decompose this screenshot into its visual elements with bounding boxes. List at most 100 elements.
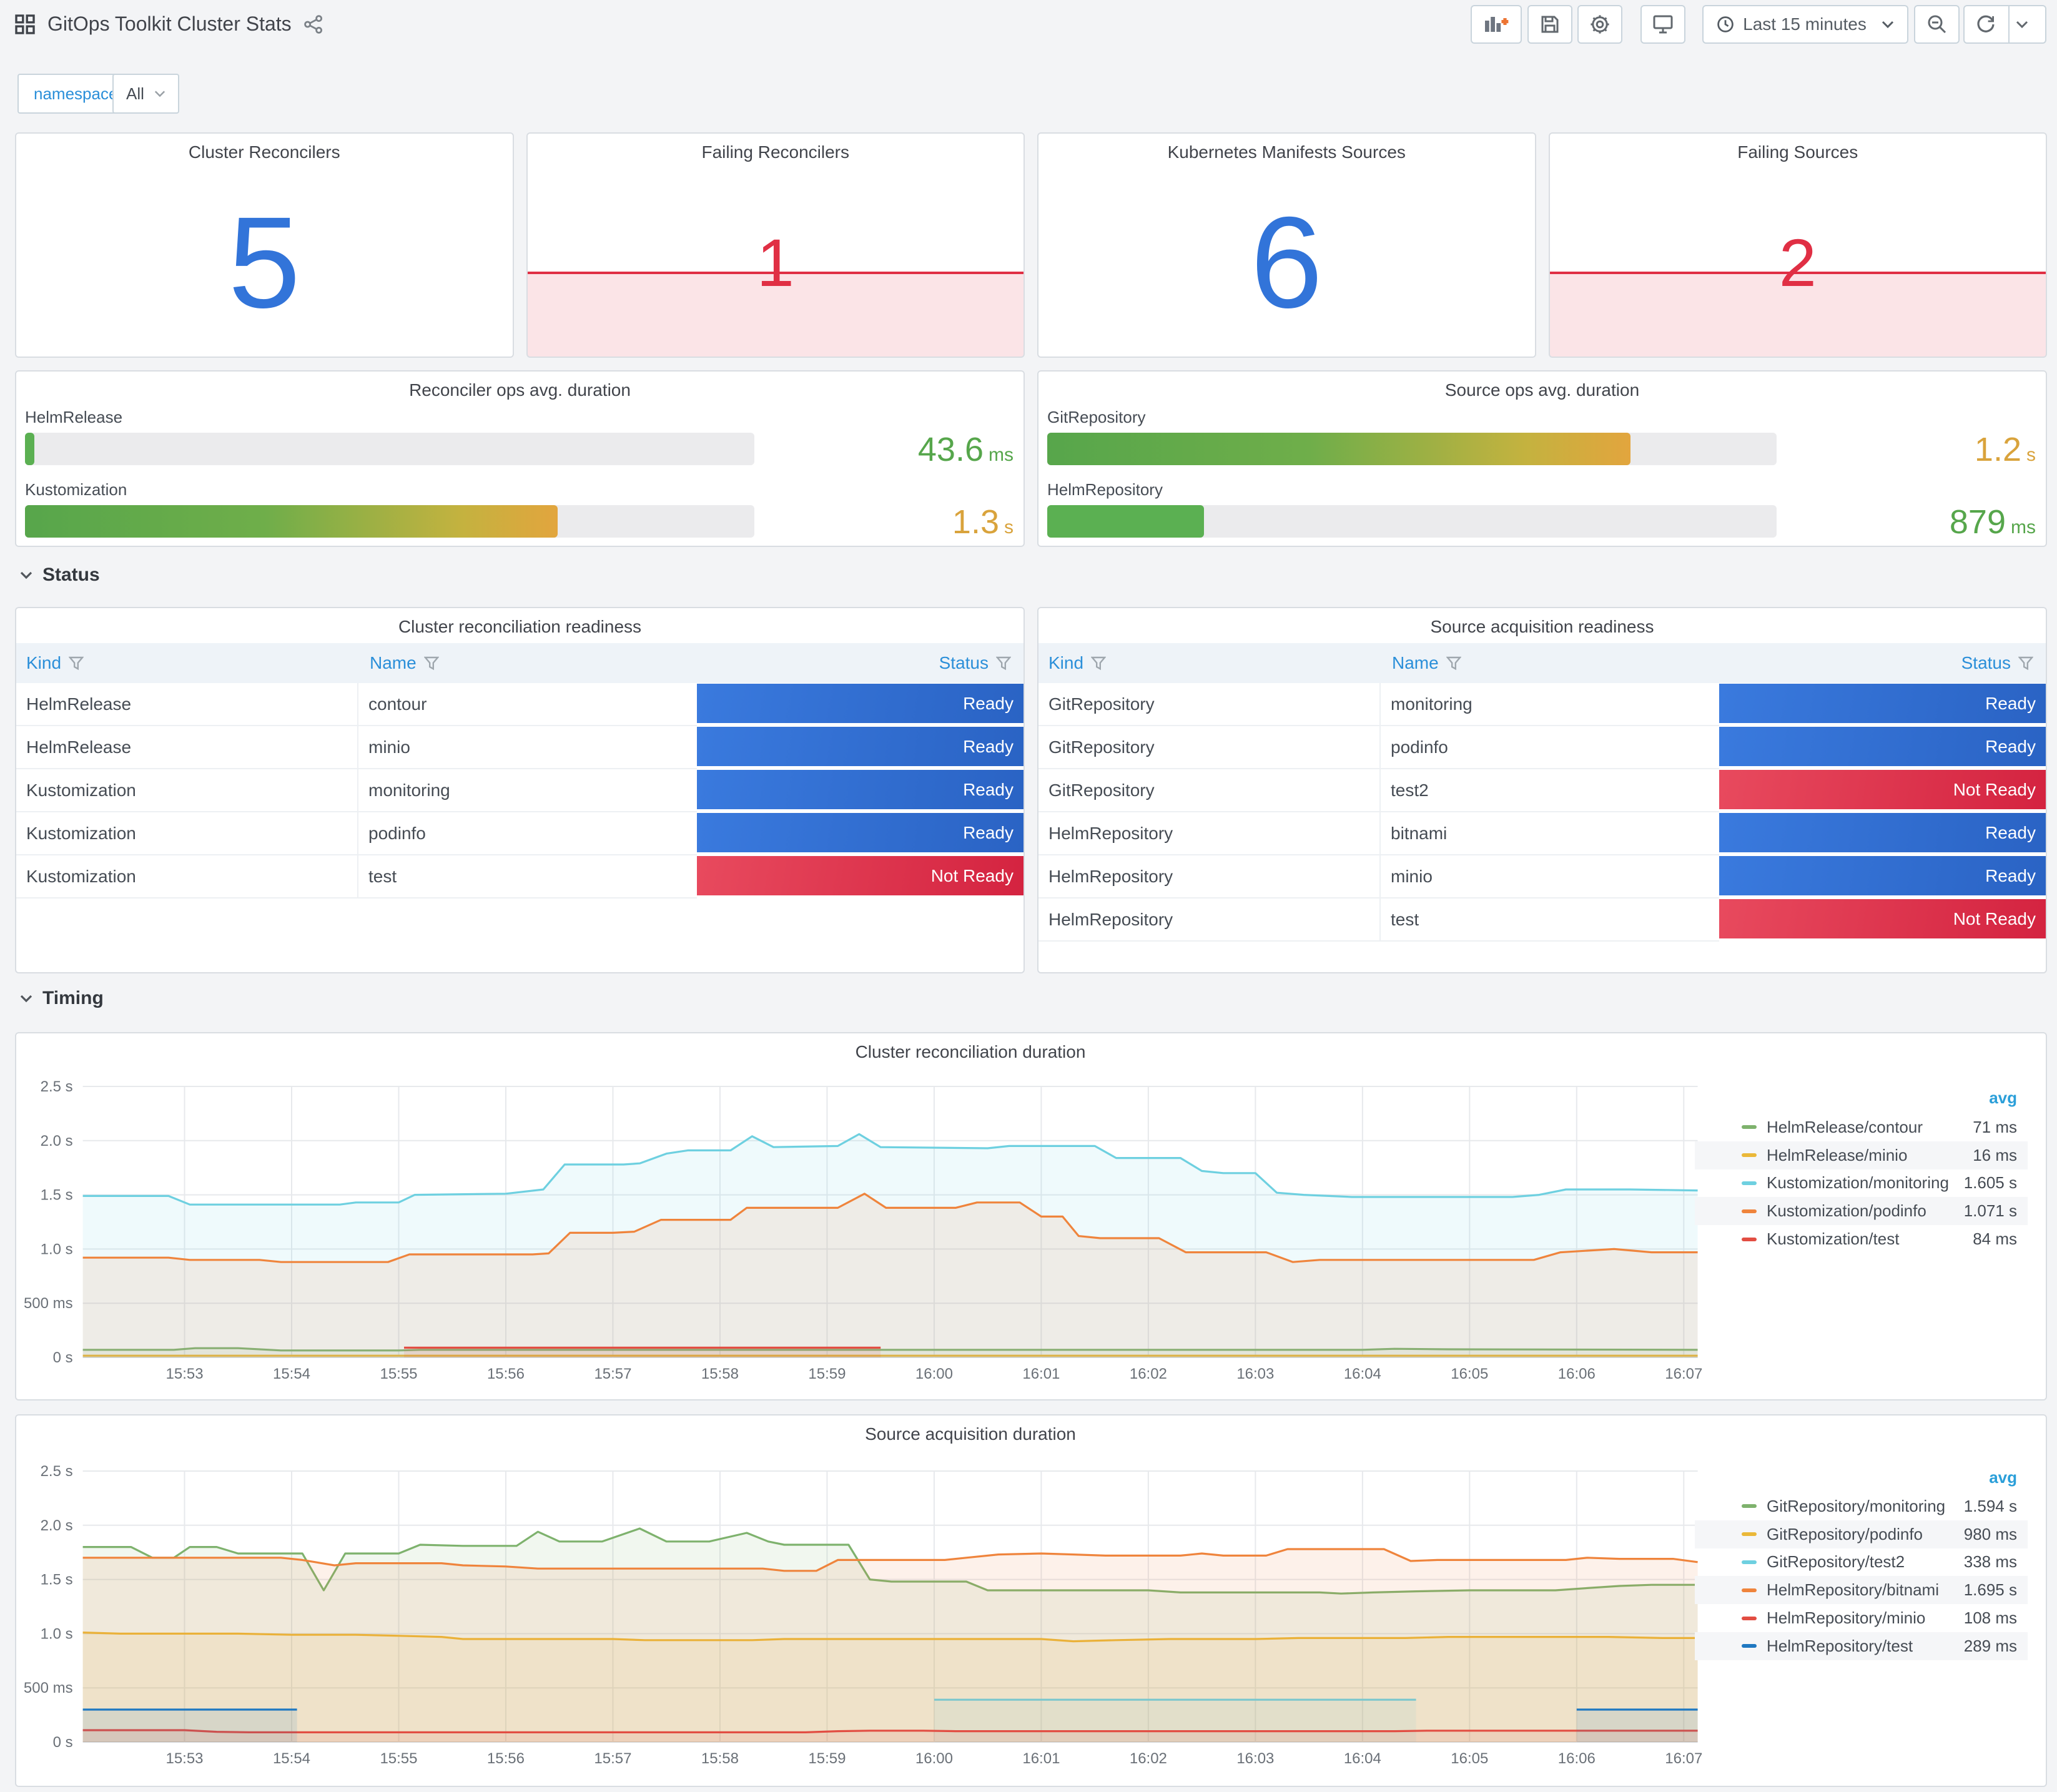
table-panel: Source acquisition readiness Kind Name Sta… xyxy=(1037,607,2047,973)
save-button[interactable] xyxy=(1527,5,1572,44)
legend-series-color xyxy=(1742,1560,1757,1564)
legend-item[interactable]: GitRepository/podinfo 980 ms xyxy=(1695,1520,2028,1548)
legend-series-color xyxy=(1742,1153,1757,1158)
row-header-status[interactable]: Status xyxy=(20,564,100,586)
column-header-kind[interactable]: Kind xyxy=(26,643,84,683)
table-cell: minio xyxy=(357,726,697,769)
table-cell: HelmRepository xyxy=(1038,812,1379,855)
refresh-button[interactable] xyxy=(1963,5,2046,44)
legend-series-value: 289 ms xyxy=(1963,1636,2017,1655)
bargauge-label: HelmRepository xyxy=(1047,480,1163,499)
legend-series-color xyxy=(1742,1644,1757,1648)
bargauge-label: Kustomization xyxy=(25,480,127,499)
table-row[interactable]: GitRepository monitoring Ready xyxy=(1038,683,2046,726)
variable-value-dropdown[interactable]: All xyxy=(112,74,179,114)
panel-title[interactable]: Source acquisition readiness xyxy=(1038,617,2046,637)
table-cell: HelmRepository xyxy=(1038,898,1379,942)
panel-title[interactable]: Source ops avg. duration xyxy=(1038,380,2046,400)
panel-title[interactable]: Cluster reconciliation readiness xyxy=(16,617,1024,637)
table-row[interactable]: HelmRelease contour Ready xyxy=(16,683,1024,726)
apps-grid-icon[interactable] xyxy=(15,14,35,34)
time-picker-button[interactable]: Last 15 minutes xyxy=(1702,5,1908,44)
x-tick-label: 16:00 xyxy=(915,1750,953,1767)
legend-item[interactable]: HelmRelease/contour 71 ms xyxy=(1695,1113,2028,1141)
table-row[interactable]: GitRepository podinfo Ready xyxy=(1038,726,2046,769)
x-tick-label: 16:01 xyxy=(1022,1750,1060,1767)
legend-series-name: HelmRepository/minio xyxy=(1767,1608,1926,1628)
legend-avg-header[interactable]: avg xyxy=(1989,1088,2017,1108)
status-cell: Not Ready xyxy=(1719,770,2046,809)
table-row[interactable]: Kustomization podinfo Ready xyxy=(16,812,1024,855)
panel-title[interactable]: Cluster Reconcilers xyxy=(16,142,512,162)
table-cell: test xyxy=(1379,898,1719,942)
status-cell: Not Ready xyxy=(697,856,1024,895)
add-panel-button[interactable] xyxy=(1471,5,1522,44)
table-row[interactable]: HelmRepository bitnami Ready xyxy=(1038,812,2046,855)
legend-series-value: 980 ms xyxy=(1963,1524,2017,1543)
legend-item[interactable]: HelmRepository/test 289 ms xyxy=(1695,1632,2028,1660)
filter-icon[interactable] xyxy=(996,656,1011,671)
table-cell: test xyxy=(357,855,697,898)
table-cell: HelmRepository xyxy=(1038,855,1379,898)
x-tick-label: 15:53 xyxy=(166,1366,204,1382)
filter-icon[interactable] xyxy=(69,656,84,671)
legend-item[interactable]: Kustomization/podinfo 1.071 s xyxy=(1695,1197,2028,1226)
table-row[interactable]: Kustomization monitoring Ready xyxy=(16,769,1024,812)
table-header-row: Kind Name Status xyxy=(1038,643,2046,683)
cycle-view-button[interactable] xyxy=(1640,5,1685,44)
zoom-out-button[interactable] xyxy=(1914,5,1960,44)
refresh-interval-chevron-icon[interactable] xyxy=(2016,21,2028,28)
monitor-icon xyxy=(1653,15,1673,34)
bargauge-label: HelmRelease xyxy=(25,408,123,426)
dashboard-header: GitOps Toolkit Cluster Stats xyxy=(15,12,323,36)
add-panel-icon xyxy=(1485,17,1509,32)
legend-item[interactable]: HelmRepository/bitnami 1.695 s xyxy=(1695,1576,2028,1605)
chevron-down-icon xyxy=(1882,21,1893,28)
legend-item[interactable]: Kustomization/monitoring 1.605 s xyxy=(1695,1169,2028,1198)
bargauge-track xyxy=(25,505,754,538)
legend-series-color xyxy=(1742,1209,1757,1213)
gear-icon xyxy=(1591,15,1609,34)
y-tick-label: 1.0 s xyxy=(41,1241,73,1258)
column-header-kind[interactable]: Kind xyxy=(1048,643,1107,683)
bargauge-value: 43.6 xyxy=(917,431,984,468)
column-header-status[interactable]: Status xyxy=(1961,643,2033,683)
panel-title[interactable]: Reconciler ops avg. duration xyxy=(16,380,1024,400)
panel-title[interactable]: Failing Sources xyxy=(1550,142,2046,162)
filter-icon[interactable] xyxy=(1446,656,1461,671)
table-cell: HelmRelease xyxy=(16,683,357,726)
table-row[interactable]: HelmRepository test Not Ready xyxy=(1038,898,2046,942)
share-icon[interactable] xyxy=(303,14,323,34)
filter-icon[interactable] xyxy=(1091,656,1107,671)
table-cell: minio xyxy=(1379,855,1719,898)
table-row[interactable]: HelmRepository minio Ready xyxy=(1038,855,2046,898)
status-cell: Not Ready xyxy=(1719,899,2046,938)
column-header-name[interactable]: Name xyxy=(370,643,439,683)
legend-item[interactable]: HelmRelease/minio 16 ms xyxy=(1695,1141,2028,1169)
table-row[interactable]: GitRepository test2 Not Ready xyxy=(1038,769,2046,812)
legend-item[interactable]: GitRepository/test2 338 ms xyxy=(1695,1548,2028,1577)
legend-item[interactable]: GitRepository/monitoring 1.594 s xyxy=(1695,1492,2028,1520)
settings-button[interactable] xyxy=(1577,5,1622,44)
stat-panel: Failing Reconcilers 1 xyxy=(526,132,1025,358)
x-tick-label: 16:04 xyxy=(1344,1750,1381,1767)
legend-series-value: 1.071 s xyxy=(1963,1201,2017,1221)
filter-icon[interactable] xyxy=(2018,656,2033,671)
panel-title[interactable]: Kubernetes Manifests Sources xyxy=(1038,142,1534,162)
bargauge-panel: Reconciler ops avg. duration HelmRelease… xyxy=(15,370,1025,547)
table-row[interactable]: HelmRelease minio Ready xyxy=(16,726,1024,769)
table-cell: Kustomization xyxy=(16,855,357,898)
table-row[interactable]: Kustomization test Not Ready xyxy=(16,855,1024,898)
table-cell: podinfo xyxy=(1379,726,1719,769)
column-header-name[interactable]: Name xyxy=(1392,643,1461,683)
panel-title[interactable]: Failing Reconcilers xyxy=(528,142,1024,162)
x-tick-label: 15:55 xyxy=(380,1366,417,1382)
row-header-timing[interactable]: Timing xyxy=(20,988,104,1009)
legend-avg-header[interactable]: avg xyxy=(1989,1468,2017,1487)
filter-icon[interactable] xyxy=(423,656,439,671)
row-header-label: Status xyxy=(42,564,100,585)
column-header-status[interactable]: Status xyxy=(939,643,1011,683)
legend-series-name: Kustomization/test xyxy=(1767,1229,1900,1249)
legend-item[interactable]: Kustomization/test 84 ms xyxy=(1695,1225,2028,1253)
legend-item[interactable]: HelmRepository/minio 108 ms xyxy=(1695,1604,2028,1632)
